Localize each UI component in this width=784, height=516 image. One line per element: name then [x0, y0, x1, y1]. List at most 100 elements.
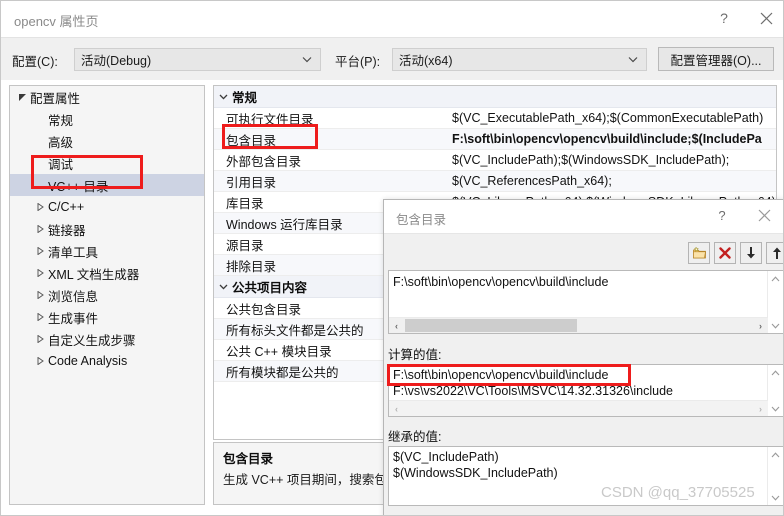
property-name: Windows 运行库目录	[226, 217, 343, 232]
scroll-left-icon[interactable]: ‹	[389, 318, 404, 333]
tree-item-label: 调试	[48, 157, 74, 172]
scroll-down-icon[interactable]	[768, 318, 783, 333]
triangle-down-icon[interactable]	[16, 93, 30, 101]
move-up-button[interactable]	[766, 242, 783, 264]
triangle-right-icon[interactable]	[34, 247, 48, 255]
directory-entry: F:\soft\bin\opencv\opencv\build\include	[393, 275, 609, 289]
tree-item-0[interactable]: 配置属性	[10, 86, 204, 108]
tree-item-3[interactable]: 调试	[10, 152, 204, 174]
tree-item-5[interactable]: C/C++	[10, 196, 204, 218]
evaluated-horizontal-scrollbar[interactable]: ‹ ›	[389, 400, 768, 416]
inherited-value-lines: $(VC_IncludePath) $(WindowsSDK_IncludePat…	[389, 447, 783, 481]
triangle-right-icon[interactable]	[34, 203, 48, 211]
tree-item-7[interactable]: 清单工具	[10, 240, 204, 262]
triangle-right-icon[interactable]	[34, 291, 48, 299]
property-name: 源目录	[226, 238, 264, 253]
tree-item-1[interactable]: 常规	[10, 108, 204, 130]
move-up-icon	[773, 247, 781, 259]
include-directories-dialog: 包含目录 ? F:\soft\bin\opencv\opencv\build\i…	[383, 199, 783, 515]
chevron-down-icon	[214, 94, 232, 100]
scroll-left-icon[interactable]: ‹	[389, 401, 404, 416]
property-name: 所有模块都是公共的	[226, 365, 339, 380]
evaluated-vertical-scrollbar[interactable]	[767, 365, 783, 416]
property-group-header[interactable]: 常规	[214, 86, 776, 108]
property-name: 库目录	[226, 196, 264, 211]
property-row[interactable]: 引用目录 $(VC_ReferencesPath_x64);	[214, 171, 776, 192]
question-mark-icon: ?	[718, 208, 726, 223]
property-row[interactable]: 外部包含目录 $(VC_IncludePath);$(WindowsSDK_Inc…	[214, 150, 776, 171]
property-row[interactable]: 可执行文件目录 $(VC_ExecutablePath_x64);$(Common…	[214, 108, 776, 129]
platform-value: 活动(x64)	[399, 54, 453, 68]
dialog-body: F:\soft\bin\opencv\opencv\build\include …	[384, 233, 783, 515]
hscroll-thumb[interactable]	[405, 319, 577, 332]
property-value[interactable]: $(VC_ReferencesPath_x64);	[452, 174, 774, 188]
triangle-right-icon[interactable]	[34, 225, 48, 233]
help-button[interactable]: ?	[701, 1, 747, 35]
configuration-label: 配置(C):	[12, 55, 58, 69]
evaluated-entry: F:\vs\vs2022\VC\Tools\MSVC\14.32.31326\i…	[393, 384, 674, 398]
directories-edit-box[interactable]: F:\soft\bin\opencv\opencv\build\include …	[388, 270, 783, 334]
tree-item-8[interactable]: XML 文档生成器	[10, 262, 204, 284]
property-name: 引用目录	[226, 175, 277, 190]
inherited-vertical-scrollbar[interactable]	[767, 447, 783, 505]
tree-item-label: 高级	[48, 135, 74, 150]
configuration-manager-button[interactable]: 配置管理器(O)...	[658, 47, 774, 71]
platform-combobox[interactable]: 活动(x64)	[392, 48, 647, 71]
tree-item-10[interactable]: 生成事件	[10, 306, 204, 328]
triangle-right-icon[interactable]	[34, 269, 48, 277]
tree-item-11[interactable]: 自定义生成步骤	[10, 328, 204, 350]
configuration-combobox[interactable]: 活动(Debug)	[74, 48, 321, 71]
tree-item-9[interactable]: 浏览信息	[10, 284, 204, 306]
property-pages-window: opencv 属性页 ? 配置(C): 活动(Debug) 平台(P): 活动(…	[0, 0, 784, 516]
triangle-right-icon[interactable]	[34, 357, 48, 365]
scroll-up-icon[interactable]	[768, 271, 783, 286]
triangle-right-icon[interactable]	[34, 313, 48, 321]
move-down-button[interactable]	[740, 242, 762, 264]
dialog-close-button[interactable]	[746, 200, 782, 231]
new-line-button[interactable]	[688, 242, 710, 264]
tree-item-4[interactable]: VC++ 目录	[10, 174, 204, 196]
property-group-title: 公共项目内容	[232, 281, 308, 295]
dialog-title: 包含目录	[396, 213, 447, 227]
property-row[interactable]: 包含目录 F:\soft\bin\opencv\opencv\build\incl…	[214, 129, 776, 150]
tree-item-label: 浏览信息	[48, 289, 99, 304]
property-name: 包含目录	[226, 133, 277, 148]
dialog-help-button[interactable]: ?	[704, 200, 740, 231]
inherited-entry: $(VC_IncludePath)	[393, 450, 499, 464]
property-value[interactable]: $(VC_ExecutablePath_x64);$(CommonExecuta…	[452, 111, 774, 125]
chevron-down-icon	[214, 284, 232, 290]
tree-item-label: VC++ 目录	[48, 179, 109, 194]
configuration-toolbar: 配置(C): 活动(Debug) 平台(P): 活动(x64) 配置管理器(O)…	[1, 37, 783, 80]
scroll-up-icon[interactable]	[768, 447, 783, 462]
property-name: 公共包含目录	[226, 302, 302, 317]
tree-item-label: 链接器	[48, 223, 86, 238]
triangle-right-icon[interactable]	[34, 335, 48, 343]
window-title: opencv 属性页	[14, 14, 99, 29]
tree-item-6[interactable]: 链接器	[10, 218, 204, 240]
tree-item-label: 常规	[48, 113, 74, 128]
inherited-value-box[interactable]: $(VC_IncludePath) $(WindowsSDK_IncludePat…	[388, 446, 783, 506]
question-mark-icon: ?	[720, 10, 728, 26]
scroll-down-icon[interactable]	[768, 490, 783, 505]
scroll-up-icon[interactable]	[768, 365, 783, 380]
delete-button[interactable]	[714, 242, 736, 264]
edit-box-vertical-scrollbar[interactable]	[767, 271, 783, 333]
scroll-right-icon[interactable]: ›	[753, 401, 768, 416]
property-name: 排除目录	[226, 259, 277, 274]
close-button[interactable]	[743, 1, 783, 35]
edit-box-horizontal-scrollbar[interactable]: ‹ ›	[389, 317, 768, 333]
tree-item-label: 生成事件	[48, 311, 99, 326]
configuration-value: 活动(Debug)	[81, 54, 152, 68]
property-value[interactable]: F:\soft\bin\opencv\opencv\build\include;…	[452, 132, 774, 146]
move-down-icon	[747, 247, 755, 259]
tree-item-2[interactable]: 高级	[10, 130, 204, 152]
scroll-down-icon[interactable]	[768, 401, 783, 416]
close-icon	[758, 209, 770, 222]
tree-item-12[interactable]: Code Analysis	[10, 350, 204, 372]
evaluated-value-box[interactable]: F:\soft\bin\opencv\opencv\build\include F…	[388, 364, 783, 417]
property-value[interactable]: $(VC_IncludePath);$(WindowsSDK_IncludePa…	[452, 153, 774, 167]
evaluated-value-label: 计算的值:	[388, 348, 442, 362]
tree-item-label: C/C++	[48, 200, 85, 214]
scroll-right-icon[interactable]: ›	[753, 318, 768, 333]
configuration-tree[interactable]: 配置属性常规高级调试 VC++ 目录 C/C++ 链接器清单工具 XML 文档生成器浏览…	[9, 85, 205, 505]
